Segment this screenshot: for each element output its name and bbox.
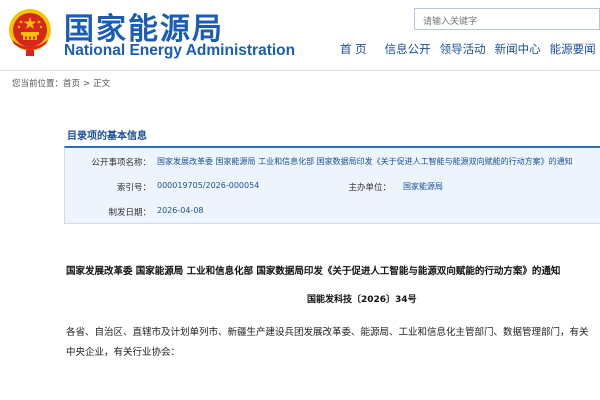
document-body-line-1: 各省、自治区、直辖市及计划单列市、新疆生产建设兵团发展改革委、能源局、工业和信息… xyxy=(66,327,589,338)
catalog-info-panel: 公开事项名称： 国家发展改革委 国家能源局 工业和信息化部 国家数据局印发《关于… xyxy=(64,146,600,224)
document-title: 国家发展改革委 国家能源局 工业和信息化部 国家数据局印发《关于促进人工智能与能… xyxy=(66,266,561,277)
row-issue-date: 制发日期： 2026-04-08 xyxy=(65,206,600,220)
issue-date-label: 制发日期： xyxy=(108,208,151,218)
brand-name-en[interactable]: National Energy Administration xyxy=(64,42,295,60)
breadcrumb-separator: > xyxy=(83,79,91,89)
search-box[interactable] xyxy=(414,8,600,32)
nav-item-news[interactable]: 新闻中心 xyxy=(495,41,541,59)
index-no-label: 索引号： xyxy=(116,183,151,193)
header-divider xyxy=(0,70,600,71)
breadcrumb: 您当前位置：首页 > 正文 xyxy=(12,77,110,89)
search-input[interactable] xyxy=(415,12,599,32)
catalog-title: 目录项的基本信息 xyxy=(67,131,147,142)
public-item-name-value: 国家发展改革委 国家能源局 工业和信息化部 国家数据局印发《关于促进人工智能与能… xyxy=(157,157,573,166)
document-body-line-2: 中央企业，有关行业协会： xyxy=(66,347,181,358)
document-number: 国能发科技〔2026〕34号 xyxy=(307,295,417,305)
site-header: 国家能源局 National Energy Administration 首 页… xyxy=(0,0,600,70)
issue-date-value: 2026-04-08 xyxy=(157,206,204,215)
issuer-label: 主办单位： xyxy=(348,183,391,193)
nav-item-home[interactable]: 首 页 xyxy=(340,41,367,59)
issuer-value: 国家能源局 xyxy=(403,182,443,191)
national-emblem-icon[interactable] xyxy=(4,6,56,58)
row-index-issuer: 索引号： 000019705/2026-000054 主办单位： 国家能源局 xyxy=(65,181,600,195)
row-public-item-name: 公开事项名称： 国家发展改革委 国家能源局 工业和信息化部 国家数据局印发《关于… xyxy=(65,156,600,170)
main-nav: 首 页 信息公开 领导活动 新闻中心 能源要闻 政 xyxy=(340,41,600,59)
nav-item-leadership[interactable]: 领导活动 xyxy=(440,41,486,59)
breadcrumb-home[interactable]: 首页 xyxy=(63,79,80,89)
nav-item-energy-news[interactable]: 能源要闻 xyxy=(550,41,596,59)
public-item-name-label: 公开事项名称： xyxy=(91,158,151,168)
breadcrumb-prefix: 您当前位置： xyxy=(12,79,64,89)
index-no-value: 000019705/2026-000054 xyxy=(157,181,260,190)
breadcrumb-current: 正文 xyxy=(93,79,111,89)
nav-item-info-disclosure[interactable]: 信息公开 xyxy=(385,41,431,59)
